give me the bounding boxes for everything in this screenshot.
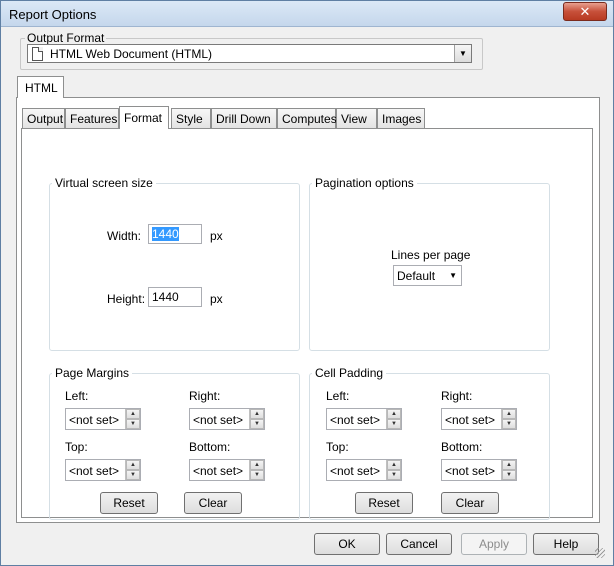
spin-down-icon[interactable]: ▼ [126, 419, 140, 429]
padding-right-value: <not set> [445, 413, 496, 427]
spin-down-icon[interactable]: ▼ [250, 419, 264, 429]
lines-per-page-select[interactable]: Default ▼ [393, 265, 462, 286]
padding-clear-button[interactable]: Clear [441, 492, 499, 514]
chevron-down-icon: ▼ [449, 271, 457, 280]
output-format-value: HTML Web Document (HTML) [50, 47, 213, 61]
chevron-down-icon[interactable]: ▼ [454, 45, 471, 62]
margin-top-stepper[interactable]: <not set> ▲ ▼ [65, 459, 141, 481]
margins-clear-button[interactable]: Clear [184, 492, 242, 514]
padding-left-label: Left: [326, 389, 350, 403]
spin-down-icon[interactable]: ▼ [502, 419, 516, 429]
padding-reset-button[interactable]: Reset [355, 492, 413, 514]
spin-up-icon[interactable]: ▲ [250, 409, 264, 419]
margin-right-value: <not set> [193, 413, 244, 427]
padding-left-value: <not set> [330, 413, 381, 427]
apply-button[interactable]: Apply [461, 533, 527, 555]
height-value: 1440 [152, 290, 179, 304]
close-button[interactable]: ✕ [563, 2, 607, 21]
spin-up-icon[interactable]: ▲ [387, 409, 401, 419]
output-format-label: Output Format [25, 31, 107, 45]
title-bar: Report Options ✕ [1, 1, 613, 27]
spin-buttons: ▲ ▼ [249, 409, 264, 429]
spin-up-icon[interactable]: ▲ [387, 460, 401, 470]
height-input[interactable]: 1440 [148, 287, 202, 307]
tab-images[interactable]: Images [377, 108, 425, 128]
margin-top-label: Top: [65, 440, 88, 454]
spin-up-icon[interactable]: ▲ [502, 409, 516, 419]
tab-features[interactable]: Features [65, 108, 119, 128]
cancel-button[interactable]: Cancel [386, 533, 452, 555]
virtual-screen-label: Virtual screen size [52, 176, 156, 190]
padding-right-stepper[interactable]: <not set> ▲ ▼ [441, 408, 517, 430]
tab-style[interactable]: Style [171, 108, 211, 128]
spin-up-icon[interactable]: ▲ [126, 409, 140, 419]
lines-per-page-value: Default [397, 269, 436, 283]
spin-buttons: ▲ ▼ [125, 409, 140, 429]
resize-grip-icon[interactable] [595, 548, 605, 558]
virtual-screen-group [49, 183, 300, 351]
margin-right-label: Right: [189, 389, 221, 403]
ok-button[interactable]: OK [314, 533, 380, 555]
width-value: 1440 [152, 227, 179, 241]
padding-left-stepper[interactable]: <not set> ▲ ▼ [326, 408, 402, 430]
window-title: Report Options [9, 7, 97, 22]
spin-down-icon[interactable]: ▼ [126, 470, 140, 480]
document-icon [32, 47, 43, 61]
help-button[interactable]: Help [533, 533, 599, 555]
width-unit: px [210, 229, 223, 243]
padding-right-label: Right: [441, 389, 473, 403]
tab-view[interactable]: View [336, 108, 377, 128]
tab-drill-down[interactable]: Drill Down [211, 108, 277, 128]
padding-top-value: <not set> [330, 464, 381, 478]
dialog-client: Output Format HTML Web Document (HTML) ▼… [7, 28, 607, 560]
height-unit: px [210, 292, 223, 306]
tab-output[interactable]: Output [22, 108, 65, 128]
spin-down-icon[interactable]: ▼ [387, 470, 401, 480]
spin-up-icon[interactable]: ▲ [126, 460, 140, 470]
width-label: Width: [107, 229, 142, 243]
spin-buttons: ▲ ▼ [386, 409, 401, 429]
padding-top-label: Top: [326, 440, 349, 454]
margin-right-stepper[interactable]: <not set> ▲ ▼ [189, 408, 265, 430]
width-input[interactable]: 1440 [148, 224, 202, 244]
margin-left-stepper[interactable]: <not set> ▲ ▼ [65, 408, 141, 430]
margin-bottom-value: <not set> [193, 464, 244, 478]
padding-bottom-value: <not set> [445, 464, 496, 478]
output-format-select[interactable]: HTML Web Document (HTML) ▼ [27, 44, 472, 63]
spin-buttons: ▲ ▼ [386, 460, 401, 480]
page-margins-label: Page Margins [52, 366, 133, 380]
margins-reset-button[interactable]: Reset [100, 492, 158, 514]
spin-up-icon[interactable]: ▲ [502, 460, 516, 470]
spin-up-icon[interactable]: ▲ [250, 460, 264, 470]
spin-down-icon[interactable]: ▼ [250, 470, 264, 480]
tab-computes[interactable]: Computes [277, 108, 337, 128]
spin-down-icon[interactable]: ▼ [387, 419, 401, 429]
spin-buttons: ▲ ▼ [125, 460, 140, 480]
spin-buttons: ▲ ▼ [501, 460, 516, 480]
spin-buttons: ▲ ▼ [501, 409, 516, 429]
tab-format[interactable]: Format [119, 106, 169, 129]
margin-bottom-stepper[interactable]: <not set> ▲ ▼ [189, 459, 265, 481]
margin-left-label: Left: [65, 389, 89, 403]
lines-per-page-label: Lines per page [391, 248, 471, 262]
padding-bottom-label: Bottom: [441, 440, 483, 454]
report-options-dialog: Report Options ✕ Output Format HTML Web … [0, 0, 614, 566]
padding-bottom-stepper[interactable]: <not set> ▲ ▼ [441, 459, 517, 481]
padding-top-stepper[interactable]: <not set> ▲ ▼ [326, 459, 402, 481]
margin-top-value: <not set> [69, 464, 120, 478]
pagination-label: Pagination options [312, 176, 417, 190]
spin-buttons: ▲ ▼ [249, 460, 264, 480]
spin-down-icon[interactable]: ▼ [502, 470, 516, 480]
tab-html[interactable]: HTML [17, 76, 64, 98]
margin-bottom-label: Bottom: [189, 440, 231, 454]
height-label: Height: [107, 292, 146, 306]
margin-left-value: <not set> [69, 413, 120, 427]
format-tab-panel: Virtual screen size Width: 1440 px Heigh… [21, 128, 593, 520]
cell-padding-label: Cell Padding [312, 366, 387, 380]
